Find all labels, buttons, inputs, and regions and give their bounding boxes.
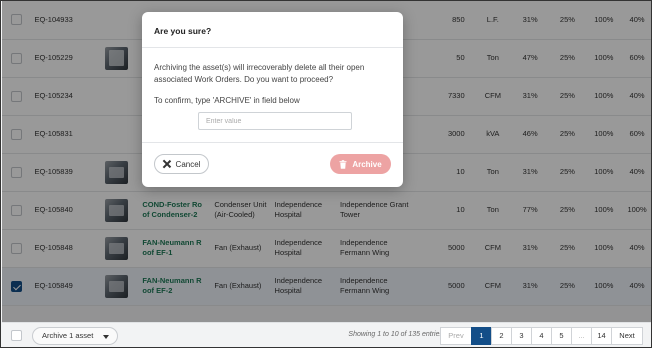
dialog-header-divider bbox=[142, 47, 403, 48]
cancel-button[interactable]: Cancel bbox=[154, 154, 209, 174]
page-button[interactable]: 3 bbox=[511, 327, 532, 345]
dialog-message: Archiving the asset(s) will irrecoverabl… bbox=[154, 63, 365, 84]
select-all-checkbox[interactable] bbox=[11, 330, 22, 341]
page-button[interactable]: 5 bbox=[551, 327, 572, 345]
next-page-button[interactable]: Next bbox=[611, 327, 643, 345]
page-ellipsis: ... bbox=[571, 327, 592, 345]
confirm-instruction: To confirm, type 'ARCHIVE' in field belo… bbox=[154, 96, 300, 105]
dialog-footer-divider bbox=[142, 142, 403, 143]
prev-page-button: Prev bbox=[440, 327, 472, 345]
archive-button[interactable]: Archive bbox=[330, 154, 391, 174]
pagination: Prev 1 2 3 4 5... 14 Next bbox=[440, 327, 643, 345]
app-frame: EQ-104933 850 L.F. 31% 25% 100% 40% EQ-105229 50… bbox=[0, 0, 652, 348]
archive-confirm-dialog: Are you sure? Archiving the asset(s) wil… bbox=[142, 12, 403, 187]
page-button[interactable]: 14 bbox=[591, 327, 612, 345]
page-button[interactable]: 4 bbox=[531, 327, 552, 345]
trash-icon bbox=[339, 159, 347, 169]
table-footer: Archive 1 asset Showing 1 to 10 of 135 e… bbox=[2, 322, 651, 347]
dialog-title: Are you sure? bbox=[154, 26, 212, 36]
bulk-action-label: Archive 1 asset bbox=[42, 331, 94, 340]
bulk-action-dropdown[interactable]: Archive 1 asset bbox=[32, 327, 119, 345]
entries-summary: Showing 1 to 10 of 135 entries bbox=[348, 331, 443, 338]
confirm-input[interactable] bbox=[198, 112, 352, 130]
chevron-down-icon bbox=[103, 335, 110, 339]
cancel-button-label: Cancel bbox=[175, 159, 201, 169]
archive-button-label: Archive bbox=[352, 159, 382, 169]
close-icon bbox=[163, 160, 171, 168]
page-button[interactable]: 2 bbox=[491, 327, 512, 345]
page-button[interactable]: 1 bbox=[471, 327, 492, 345]
